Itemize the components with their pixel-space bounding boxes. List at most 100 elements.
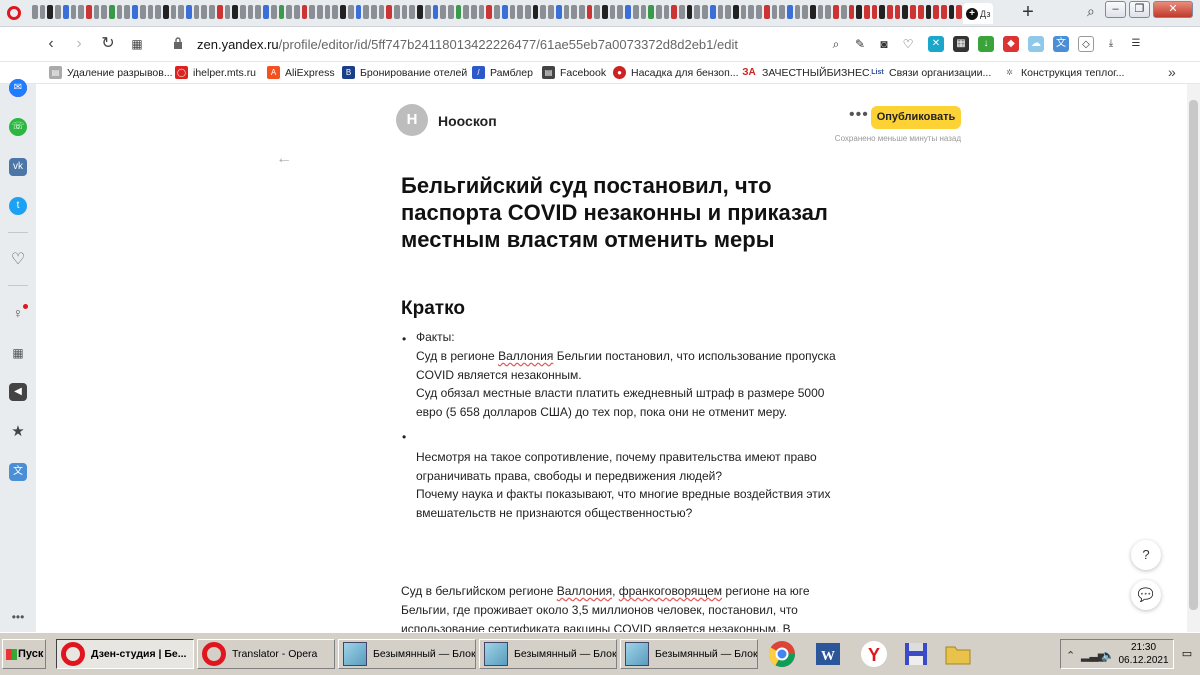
active-tab[interactable]: + Дз <box>963 3 993 24</box>
download-extension-icon[interactable]: ↓ <box>978 36 994 52</box>
aliexpress-icon: A <box>267 66 280 79</box>
reload-icon[interactable]: ↻ <box>99 35 117 53</box>
bookmark-item[interactable]: ▤ Удаление разрывов... <box>49 66 173 79</box>
chat-support-icon[interactable]: 💬 <box>1131 580 1161 610</box>
show-desktop-icon[interactable]: ▭ <box>1177 639 1197 669</box>
more-options-icon[interactable]: ••• <box>849 106 869 124</box>
whatsapp-icon[interactable]: ☏ <box>9 118 27 136</box>
menu-icon[interactable]: ☰ <box>1128 36 1144 52</box>
downloads-icon[interactable]: ⤓ <box>1103 36 1119 52</box>
tab-strip: + Дз + ⌕ – ❐ ✕ <box>0 0 1200 27</box>
translator-extension-icon[interactable]: 文 <box>1053 36 1069 52</box>
more-sidebar-icon[interactable]: ••• <box>9 608 27 626</box>
scrollbar[interactable] <box>1187 84 1200 632</box>
forward-icon[interactable]: › <box>70 35 88 53</box>
help-button[interactable]: ? <box>1131 540 1161 570</box>
cube-extension-icon[interactable]: ◇ <box>1078 36 1094 52</box>
bookmark-item[interactable]: ▤ Facebook <box>542 66 606 79</box>
site-icon: ● <box>613 66 626 79</box>
close-window-button[interactable]: ✕ <box>1153 1 1193 18</box>
word-icon[interactable]: W <box>814 640 842 668</box>
plus-badge-icon: + <box>966 7 978 20</box>
tray-expand-icon[interactable]: ⌃ <box>1066 649 1075 662</box>
bookmark-item[interactable]: / Рамблер <box>472 66 533 79</box>
vk-icon[interactable]: vk <box>9 158 27 176</box>
volume-icon[interactable]: 🔈 <box>1101 649 1115 662</box>
maximize-button[interactable]: ❐ <box>1129 1 1150 18</box>
extensions: ✕ ▦ ↓ ◆ ☁ 文 ◇ ⤓ ☰ <box>928 36 1144 52</box>
article-paragraph[interactable]: Суд в бельгийском регионе Валлония, фран… <box>401 582 841 632</box>
bookmark-item[interactable]: A AliExpress <box>267 66 335 79</box>
task-opera-zen[interactable]: Дзен-студия | Бе... <box>56 639 194 669</box>
publish-button[interactable]: Опубликовать <box>871 106 961 129</box>
fact-2[interactable]: Суд обязал местные власти платить ежедне… <box>416 384 846 422</box>
bullet-marker: • <box>402 430 407 444</box>
clock[interactable]: 21:30 06.12.2021 <box>1116 641 1171 667</box>
windows-extension-icon[interactable]: ▦ <box>953 36 969 52</box>
article-subtitle[interactable]: Кратко <box>401 298 465 320</box>
windows-logo-icon <box>6 649 17 660</box>
notepad-icon <box>343 642 367 666</box>
tab-list[interactable] <box>32 5 962 21</box>
edit-icon[interactable]: ✎ <box>852 36 868 52</box>
cloud-extension-icon[interactable]: ☁ <box>1028 36 1044 52</box>
page-icon: ▤ <box>49 66 62 79</box>
chrome-icon[interactable] <box>768 640 796 668</box>
messenger-icon[interactable]: ✉ <box>9 79 27 97</box>
bookmark-item[interactable]: ЗА ЗАЧЕСТНЫЙБИЗНЕС... <box>741 66 878 79</box>
facts-heading[interactable]: Факты: <box>416 328 846 347</box>
zachestny-icon: ЗА <box>741 66 757 79</box>
search-icon[interactable]: ⌕ <box>828 36 844 52</box>
minimize-button[interactable]: – <box>1105 1 1126 18</box>
svg-text:Y: Y <box>868 645 880 665</box>
more-bookmarks-icon[interactable]: » <box>1168 64 1176 80</box>
bookmark-item[interactable]: B Бронирование отелей <box>342 66 467 79</box>
task-notepad-1[interactable]: Безымянный — Блок... <box>338 639 476 669</box>
bookmark-side-icon[interactable]: ◀ <box>9 383 27 401</box>
task-notepad-3[interactable]: Безымянный — Блок... <box>620 639 758 669</box>
active-tab-label: Дз <box>980 8 991 19</box>
translate-extension-icon[interactable]: ✕ <box>928 36 944 52</box>
rambler-icon: / <box>472 66 485 79</box>
star-icon[interactable]: ★ <box>9 423 27 441</box>
question-2[interactable]: Почему наука и факты показывают, что мно… <box>416 485 846 523</box>
car-extension-icon[interactable]: ◆ <box>1003 36 1019 52</box>
notepad-icon <box>484 642 508 666</box>
taskbar: Пуск Дзен-студия | Бе... Translator - Op… <box>0 632 1200 675</box>
bookmark-item[interactable]: ● Насадка для бензоп... <box>613 66 739 79</box>
grid-icon[interactable]: ▦ <box>9 344 27 362</box>
search-tabs-icon[interactable]: ⌕ <box>1087 3 1095 20</box>
start-button[interactable]: Пуск <box>2 639 46 669</box>
fact-1[interactable]: Суд в регионе Валлония Бельгии постанови… <box>416 347 846 385</box>
speed-dial-icon[interactable]: ▦ <box>128 35 146 53</box>
twitter-icon[interactable]: t <box>9 197 27 215</box>
save-status: Сохранено меньше минуты назад <box>834 134 961 143</box>
address-field[interactable]: zen.yandex.ru/profile/editor/id/5ff747b2… <box>197 37 738 52</box>
save-disk-icon[interactable] <box>902 640 930 668</box>
bookmark-item[interactable]: List Связи организации... <box>871 66 991 79</box>
task-opera-translator[interactable]: Translator - Opera <box>197 639 335 669</box>
scrollbar-thumb[interactable] <box>1189 100 1198 610</box>
translator-side-icon[interactable]: 文 <box>9 463 27 481</box>
question-1[interactable]: Несмотря на такое сопротивление, почему … <box>416 448 846 486</box>
bookmark-item[interactable]: ✲ Конструкция теплог... <box>1003 66 1124 79</box>
task-notepad-2[interactable]: Безымянный — Блок... <box>479 639 617 669</box>
url-host: zen.yandex.ru <box>197 37 279 52</box>
heart-icon[interactable]: ♡ <box>9 251 27 269</box>
new-tab-button[interactable]: + <box>1018 2 1038 22</box>
back-arrow-icon[interactable]: ← <box>276 150 292 168</box>
folder-icon[interactable] <box>944 640 972 668</box>
camera-icon[interactable]: ◙ <box>876 36 892 52</box>
back-icon[interactable]: ‹ <box>42 35 60 53</box>
opera-menu-icon[interactable] <box>7 6 21 20</box>
channel-name[interactable]: Нооскоп <box>438 113 497 129</box>
bookmark-item[interactable]: ◯ ihelper.mts.ru <box>175 66 256 79</box>
opera-icon <box>61 642 85 666</box>
notepad-icon <box>625 642 649 666</box>
page-icon: ▤ <box>542 66 555 79</box>
bookmarks-bar: ▤ Удаление разрывов... ◯ ihelper.mts.ru AA… <box>0 62 1200 84</box>
article-title[interactable]: Бельгийский суд постановил, что паспорта… <box>401 172 831 253</box>
channel-avatar[interactable]: Н <box>396 104 428 136</box>
yandex-icon[interactable]: Y <box>860 640 888 668</box>
heart-icon[interactable]: ♡ <box>900 36 916 52</box>
